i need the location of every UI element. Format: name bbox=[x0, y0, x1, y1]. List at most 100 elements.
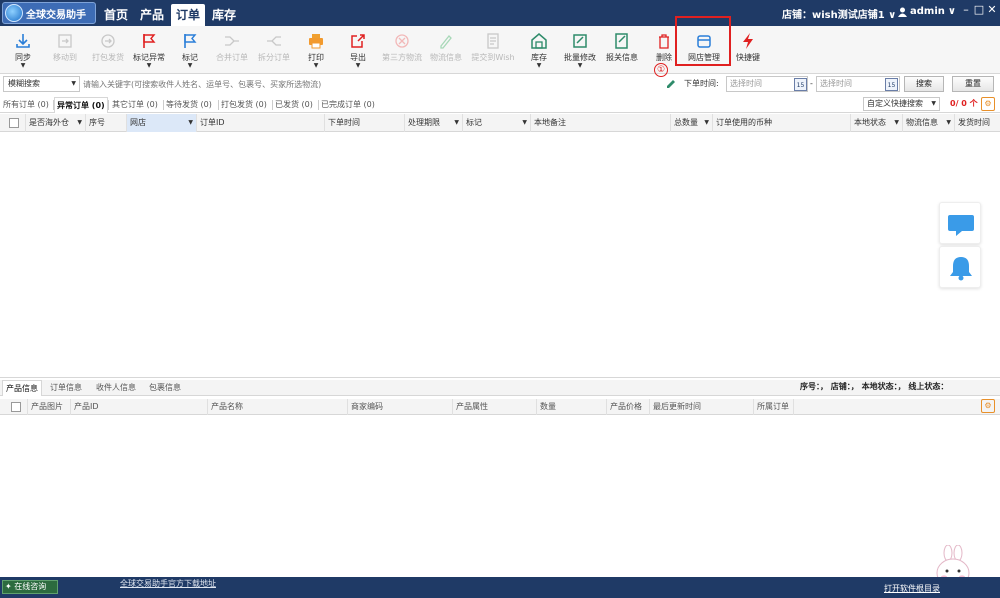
tab-completed[interactable]: 已完成订单 (0) bbox=[321, 97, 375, 113]
tab-packed[interactable]: 打包发货 (0) bbox=[221, 97, 267, 113]
col-order-id[interactable]: 订单ID bbox=[196, 114, 324, 132]
mark-button[interactable]: 标记 ▼ bbox=[178, 32, 202, 74]
tab-shipped[interactable]: 已发货 (0) bbox=[275, 97, 313, 113]
app-title: 全球交易助手 bbox=[26, 9, 86, 21]
search-mode-select[interactable]: 模糊搜索 ▼ bbox=[3, 76, 80, 92]
submit-wish-icon bbox=[487, 33, 499, 49]
custom-quick-search-select[interactable]: 自定义快捷搜索 ▼ bbox=[863, 97, 940, 111]
col-logistics[interactable]: 物流信息 ▼ bbox=[902, 114, 954, 132]
col-total-qty[interactable]: 总数量 ▼ bbox=[670, 114, 712, 132]
col-product-attr[interactable]: 产品属性 bbox=[452, 399, 536, 415]
col-last-updated[interactable]: 最后更新时间 bbox=[649, 399, 753, 415]
pencil-icon[interactable] bbox=[666, 79, 676, 89]
col-product-image[interactable]: 产品图片 bbox=[27, 399, 70, 415]
warehouse-icon bbox=[531, 33, 547, 49]
col-local-status[interactable]: 本地状态 ▼ bbox=[850, 114, 902, 132]
col-order-time[interactable]: 下单时间 bbox=[324, 114, 404, 132]
tab-waiting-ship[interactable]: 等待发货 (0) bbox=[166, 97, 212, 113]
title-bar: 全球交易助手 首页 产品 订单 库存 店铺：wish测试店铺1 ∨ admin ∨… bbox=[0, 0, 1000, 26]
order-grid-header: 是否海外仓 ▼ 序号 网店 ▼ 订单ID 下单时间 处理期限 ▼ 标记 ▼ 本地备注 总… bbox=[0, 114, 1000, 132]
col-local-note[interactable]: 本地备注 bbox=[530, 114, 670, 132]
sync-icon bbox=[16, 34, 30, 48]
customs-info-button[interactable]: 报关信息 bbox=[603, 32, 641, 74]
tab-package-info[interactable]: 包裹信息 bbox=[149, 380, 181, 396]
calendar-icon[interactable]: 15 bbox=[794, 78, 807, 91]
maximize-button[interactable]: □ bbox=[973, 3, 985, 17]
search-button[interactable]: 搜索 bbox=[904, 76, 944, 92]
col-mark[interactable]: 标记 ▼ bbox=[462, 114, 530, 132]
col-store[interactable]: 网店 ▼ bbox=[126, 114, 196, 132]
select-all-checkbox[interactable] bbox=[11, 402, 21, 412]
open-root-dir-link[interactable]: 打开软件根目录 bbox=[884, 583, 940, 594]
chat-bubble-icon bbox=[948, 215, 974, 236]
nav-inventory[interactable]: 库存 bbox=[208, 4, 240, 26]
export-button[interactable]: 导出 ▼ bbox=[346, 32, 370, 74]
col-ship-time[interactable]: 发货时间 bbox=[954, 114, 1000, 132]
move-to-icon bbox=[58, 34, 72, 48]
calendar-icon[interactable]: 15 bbox=[885, 78, 898, 91]
third-party-logistics-icon bbox=[395, 34, 409, 48]
sync-button[interactable]: 同步 ▼ bbox=[10, 32, 36, 74]
notification-button[interactable] bbox=[939, 246, 981, 288]
column-settings-icon[interactable]: ⚙ bbox=[981, 399, 995, 413]
store-selector[interactable]: 店铺：wish测试店铺1 ∨ bbox=[782, 6, 896, 21]
submit-wish-button[interactable]: 提交到Wish bbox=[469, 32, 517, 74]
col-overseas-warehouse[interactable]: 是否海外仓 ▼ bbox=[25, 114, 85, 132]
col-deadline[interactable]: 处理期限 ▼ bbox=[404, 114, 462, 132]
order-grid-body bbox=[0, 132, 1000, 378]
col-price[interactable]: 产品价格 bbox=[606, 399, 649, 415]
col-product-name[interactable]: 产品名称 bbox=[207, 399, 347, 415]
minimize-button[interactable]: – bbox=[960, 3, 972, 17]
close-button[interactable]: ✕ bbox=[986, 3, 998, 17]
order-tabs: 所有订单 (0) 异常订单 (0) 其它订单 (0) 等待发货 (0) 打包发货… bbox=[0, 95, 1000, 113]
footer-marquee-link[interactable]: 全球交易助手官方下载地址 bbox=[120, 578, 216, 589]
customs-info-icon bbox=[615, 33, 628, 49]
app-logo: 全球交易助手 bbox=[2, 2, 96, 24]
tab-recipient-info[interactable]: 收件人信息 bbox=[96, 380, 136, 396]
tab-all-orders[interactable]: 所有订单 (0) bbox=[3, 97, 49, 113]
merge-order-button[interactable]: 合并订单 bbox=[214, 32, 250, 74]
batch-edit-button[interactable]: 批量修改 ▼ bbox=[561, 32, 599, 74]
col-product-id[interactable]: 产品ID bbox=[70, 399, 207, 415]
logistics-info-button[interactable]: 物流信息 bbox=[428, 32, 464, 74]
print-button[interactable]: 打印 ▼ bbox=[304, 32, 328, 74]
nav-home[interactable]: 首页 bbox=[100, 4, 132, 26]
split-order-button[interactable]: 拆分订单 bbox=[256, 32, 292, 74]
highlight-box bbox=[675, 16, 731, 66]
online-consult-button[interactable]: ✦ 在线咨询 bbox=[2, 580, 58, 594]
merge-icon bbox=[225, 36, 239, 46]
user-menu[interactable]: admin ∨ bbox=[898, 6, 956, 17]
product-grid-header: 产品图片 产品ID 产品名称 商家编码 产品属性 数量 产品价格 最后更新时间 … bbox=[0, 399, 1000, 415]
caret-down-icon: ▼ bbox=[71, 80, 76, 87]
third-party-logistics-button[interactable]: 第三方物流 bbox=[380, 32, 424, 74]
tab-exception-orders[interactable]: 异常订单 (0) bbox=[54, 97, 108, 113]
keyword-search-input[interactable] bbox=[83, 76, 661, 92]
pack-ship-icon bbox=[101, 34, 115, 48]
tab-order-info[interactable]: 订单信息 bbox=[50, 380, 82, 396]
col-merchant-code[interactable]: 商家编码 bbox=[347, 399, 452, 415]
detail-status-line: 序号：， 店铺：， 本地状态：， 线上状态： bbox=[800, 382, 949, 391]
pack-ship-button[interactable]: 打包发货 bbox=[89, 32, 127, 74]
tab-other-orders[interactable]: 其它订单 (0) bbox=[112, 97, 158, 113]
warehouse-button[interactable]: 库存 ▼ bbox=[527, 32, 551, 74]
col-index[interactable]: 序号 bbox=[85, 114, 126, 132]
col-quantity[interactable]: 数量 bbox=[536, 399, 606, 415]
date-separator: - bbox=[810, 79, 813, 88]
select-all-checkbox[interactable] bbox=[9, 118, 19, 128]
chevron-down-icon: ∨ bbox=[884, 10, 897, 21]
store-label: 店铺：wish测试店铺1 bbox=[782, 10, 885, 21]
tab-product-info[interactable]: 产品信息 bbox=[2, 380, 42, 396]
column-settings-icon[interactable]: ⚙ bbox=[981, 97, 995, 111]
col-currency[interactable]: 订单使用的币种 bbox=[712, 114, 850, 132]
reset-button[interactable]: 重置 bbox=[952, 76, 994, 92]
logistics-info-icon bbox=[440, 35, 452, 49]
chat-button[interactable] bbox=[939, 202, 981, 244]
mark-exception-button[interactable]: 标记异常 ▼ bbox=[131, 32, 167, 74]
move-to-button[interactable]: 移动到 bbox=[49, 32, 81, 74]
nav-product[interactable]: 产品 bbox=[136, 4, 168, 26]
nav-order[interactable]: 订单 bbox=[171, 4, 205, 26]
col-parent-order[interactable]: 所属订单 bbox=[753, 399, 793, 415]
shortcut-button[interactable]: 快捷键 bbox=[734, 32, 762, 74]
product-grid-body bbox=[0, 415, 1000, 577]
bell-icon bbox=[950, 257, 972, 281]
